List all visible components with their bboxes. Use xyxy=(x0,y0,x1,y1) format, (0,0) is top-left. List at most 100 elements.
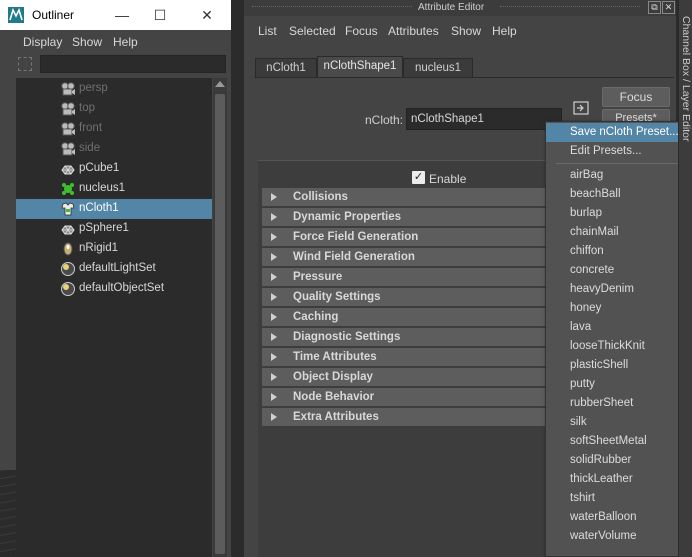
expand-arrow-icon[interactable] xyxy=(271,233,277,241)
tab-nucleus1[interactable]: nucleus1 xyxy=(403,58,473,78)
section-label: Extra Attributes xyxy=(293,411,379,423)
expand-arrow-icon[interactable] xyxy=(271,413,277,421)
preset-item-label: looseThickKnit xyxy=(570,340,645,352)
section-time-attributes[interactable]: Time Attributes xyxy=(262,348,552,367)
menu-show[interactable]: Show xyxy=(72,35,102,49)
menu-help[interactable]: Help xyxy=(492,24,517,38)
expand-arrow-icon[interactable] xyxy=(271,273,277,281)
search-input[interactable] xyxy=(40,55,226,73)
preset-item-solidrubber[interactable]: solidRubber xyxy=(546,451,691,470)
menu-item-edit-presets[interactable]: Edit Presets... xyxy=(546,142,691,161)
preset-item-beachball[interactable]: beachBall xyxy=(546,185,691,204)
preset-item-label: chainMail xyxy=(570,226,619,238)
outliner-item[interactable]: defaultObjectSet xyxy=(16,279,212,299)
outliner-item[interactable]: top xyxy=(16,99,212,119)
section-diagnostic-settings[interactable]: Diagnostic Settings xyxy=(262,328,552,347)
tab-nclothshape1[interactable]: nClothShape1 xyxy=(317,56,403,78)
outliner-item[interactable]: nCloth1 xyxy=(16,199,212,219)
menu-list[interactable]: List xyxy=(258,24,277,38)
camera-icon xyxy=(60,141,76,157)
expand-arrow-icon[interactable] xyxy=(271,293,277,301)
expand-arrow-icon[interactable] xyxy=(271,373,277,381)
preset-item-softsheetmetal[interactable]: softSheetMetal xyxy=(546,432,691,451)
focus-button[interactable]: Focus xyxy=(602,87,670,107)
outliner-item-label: nRigid1 xyxy=(79,242,118,254)
maximize-icon[interactable]: ☐ xyxy=(148,4,172,26)
preset-item-rubbersheet[interactable]: rubberSheet xyxy=(546,394,691,413)
preset-item-burlap[interactable]: burlap xyxy=(546,204,691,223)
tab-ncloth1[interactable]: nCloth1 xyxy=(255,58,317,78)
outliner-item[interactable]: defaultLightSet xyxy=(16,259,212,279)
expand-arrow-icon[interactable] xyxy=(271,353,277,361)
minimize-icon[interactable]: — xyxy=(110,4,134,26)
menu-item-save-preset[interactable]: Save nCloth Preset... xyxy=(546,123,691,142)
expand-arrow-icon[interactable] xyxy=(271,313,277,321)
close-icon[interactable]: ✕ xyxy=(662,1,675,14)
menu-focus[interactable]: Focus xyxy=(345,24,378,38)
menu-attributes[interactable]: Attributes xyxy=(388,24,439,38)
section-label: Node Behavior xyxy=(293,391,375,403)
section-wind-field-generation[interactable]: Wind Field Generation xyxy=(262,248,552,267)
section-extra-attributes[interactable]: Extra Attributes xyxy=(262,408,552,427)
preset-item-tshirt[interactable]: tshirt xyxy=(546,489,691,508)
preset-item-label: tshirt xyxy=(570,492,595,504)
preset-item-heavydenim[interactable]: heavyDenim xyxy=(546,280,691,299)
preset-item-honey[interactable]: honey xyxy=(546,299,691,318)
outliner-item-label: top xyxy=(79,102,95,114)
menu-display[interactable]: Display xyxy=(23,35,62,49)
expand-arrow-icon[interactable] xyxy=(271,213,277,221)
preset-item-putty[interactable]: putty xyxy=(546,375,691,394)
preset-item-loosethickknit[interactable]: looseThickKnit xyxy=(546,337,691,356)
preset-item-waterballoon[interactable]: waterBalloon xyxy=(546,508,691,527)
select-node-icon[interactable] xyxy=(573,101,589,115)
outliner-item[interactable]: pCube1 xyxy=(16,159,212,179)
preset-item-thickleather[interactable]: thickLeather xyxy=(546,470,691,489)
close-icon[interactable]: ✕ xyxy=(195,4,219,26)
preset-item-label: putty xyxy=(570,378,595,390)
scroll-thumb[interactable] xyxy=(215,94,225,554)
outliner-item[interactable]: persp xyxy=(16,79,212,99)
preset-item-airbag[interactable]: airBag xyxy=(546,166,691,185)
preset-item-lava[interactable]: lava xyxy=(546,318,691,337)
section-label: Caching xyxy=(293,311,339,323)
preset-item-label: plasticShell xyxy=(570,359,629,371)
preset-item-watervolume[interactable]: waterVolume xyxy=(546,527,691,546)
preset-item-silk[interactable]: silk xyxy=(546,413,691,432)
section-object-display[interactable]: Object Display xyxy=(262,368,552,387)
preset-item-plasticshell[interactable]: plasticShell xyxy=(546,356,691,375)
outliner-item[interactable]: front xyxy=(16,119,212,139)
outliner-item[interactable]: side xyxy=(16,139,212,159)
section-dynamic-properties[interactable]: Dynamic Properties xyxy=(262,208,552,227)
section-pressure[interactable]: Pressure xyxy=(262,268,552,287)
preset-item-chainmail[interactable]: chainMail xyxy=(546,223,691,242)
section-quality-settings[interactable]: Quality Settings xyxy=(262,288,552,307)
channel-box-tab[interactable]: Channel Box / Layer Editor xyxy=(678,0,692,557)
outliner-scrollbar[interactable] xyxy=(213,78,227,557)
menu-help[interactable]: Help xyxy=(113,35,138,49)
preset-item-label: honey xyxy=(570,302,602,314)
expand-arrow-icon[interactable] xyxy=(271,253,277,261)
section-node-behavior[interactable]: Node Behavior xyxy=(262,388,552,407)
scroll-up-icon[interactable] xyxy=(215,81,225,87)
expand-arrow-icon[interactable] xyxy=(271,393,277,401)
section-collisions[interactable]: Collisions xyxy=(262,188,552,207)
expand-arrow-icon[interactable] xyxy=(271,193,277,201)
preset-item-concrete[interactable]: concrete xyxy=(546,261,691,280)
nucleus-icon xyxy=(60,181,76,197)
section-caching[interactable]: Caching xyxy=(262,308,552,327)
menu-selected[interactable]: Selected xyxy=(289,24,336,38)
enable-checkbox[interactable]: ✓ xyxy=(412,171,425,184)
node-name-field[interactable]: nClothShape1 xyxy=(406,108,562,130)
section-force-field-generation[interactable]: Force Field Generation xyxy=(262,228,552,247)
filter-icon[interactable] xyxy=(18,57,32,71)
section-label: Dynamic Properties xyxy=(293,211,402,223)
outliner-window: Outliner — ☐ ✕ Display Show Help persp to… xyxy=(0,0,231,557)
float-icon[interactable]: ⧉ xyxy=(648,1,661,14)
preset-item-chiffon[interactable]: chiffon xyxy=(546,242,691,261)
outliner-item[interactable]: pSphere1 xyxy=(16,219,212,239)
outliner-item[interactable]: nRigid1 xyxy=(16,239,212,259)
outliner-item[interactable]: nucleus1 xyxy=(16,179,212,199)
menu-show[interactable]: Show xyxy=(451,24,481,38)
channel-box-label: Channel Box / Layer Editor xyxy=(680,16,692,142)
expand-arrow-icon[interactable] xyxy=(271,333,277,341)
